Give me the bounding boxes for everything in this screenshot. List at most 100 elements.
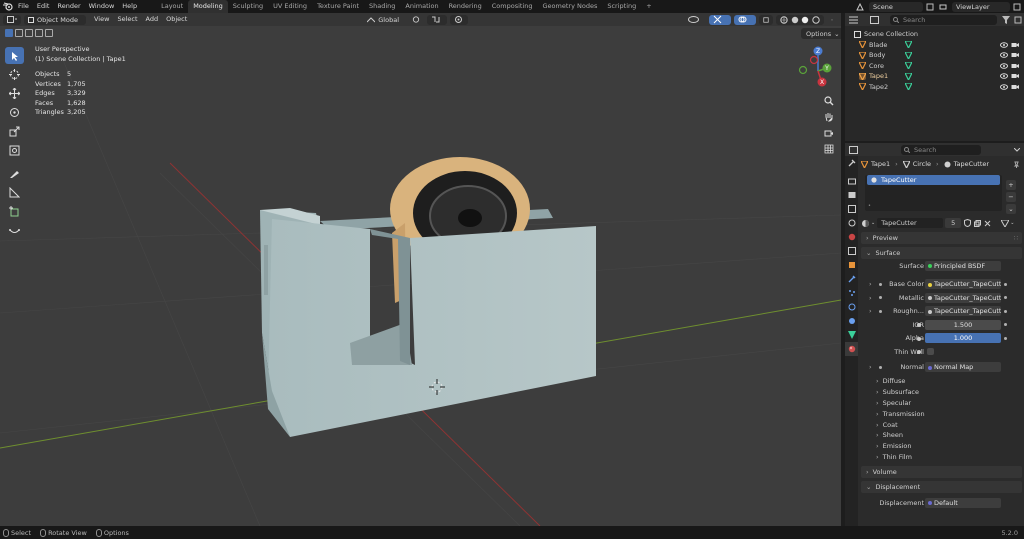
tree-row-blade[interactable]: Blade <box>845 40 1024 51</box>
navigation-gizmo[interactable]: Z Y X <box>793 46 841 96</box>
material-slot-list[interactable]: TapeCutter • <box>865 175 1002 211</box>
menu-object[interactable]: Object <box>162 13 191 26</box>
node-link-icon[interactable] <box>1001 219 1010 227</box>
metallic-field[interactable]: TapeCutter_TapeCutt... <box>925 292 1001 303</box>
gizmo-neg-y[interactable] <box>798 65 808 75</box>
outliner-search-input[interactable]: Search <box>890 14 997 25</box>
view-layer-icon[interactable] <box>937 3 949 11</box>
hide-eye-icon[interactable] <box>1000 52 1008 59</box>
menu-select[interactable]: Select <box>113 13 141 26</box>
tab-view-layer-icon[interactable] <box>845 202 858 216</box>
shading-dropdown-icon[interactable] <box>827 15 837 25</box>
shear-tool-icon[interactable] <box>5 222 24 239</box>
mesh-data-icon[interactable] <box>905 72 912 80</box>
menu-file[interactable]: File <box>14 0 33 13</box>
scene-browse-icon[interactable] <box>923 3 937 11</box>
tab-data-icon[interactable] <box>845 328 858 342</box>
menu-render[interactable]: Render <box>53 0 84 13</box>
rotate-tool-icon[interactable] <box>5 104 24 121</box>
hide-eye-icon[interactable] <box>1000 62 1008 69</box>
select-tool-icon[interactable] <box>5 47 24 64</box>
visibility-icon[interactable] <box>684 15 706 25</box>
tab-scripting[interactable]: Scripting <box>602 0 641 13</box>
view-layer-browse-icon[interactable] <box>1010 3 1024 11</box>
menu-add[interactable]: Add <box>142 13 163 26</box>
tab-constraints-icon[interactable] <box>845 314 858 328</box>
perspective-toggle-icon[interactable] <box>821 141 836 156</box>
select-subtract-icon[interactable] <box>25 29 33 37</box>
add-workspace-button[interactable]: + <box>641 0 656 13</box>
material-shading-icon[interactable] <box>801 16 809 24</box>
menu-edit[interactable]: Edit <box>33 0 54 13</box>
fake-user-shield-icon[interactable] <box>964 219 972 227</box>
snap-icon[interactable] <box>427 14 448 25</box>
tree-row-body[interactable]: Body <box>845 50 1024 61</box>
chevron-right-icon[interactable]: › <box>869 307 872 315</box>
tab-material-icon[interactable] <box>845 342 858 356</box>
render-camera-icon[interactable] <box>1011 42 1019 48</box>
transform-orientation-selector[interactable]: Global <box>363 15 405 25</box>
cursor-tool-icon[interactable] <box>5 66 24 83</box>
tab-sculpting[interactable]: Sculpting <box>228 0 268 13</box>
material-users-count[interactable]: 5 <box>945 218 962 228</box>
wireframe-shading-icon[interactable] <box>780 15 788 24</box>
select-extend-icon[interactable] <box>15 29 23 37</box>
subpanel-thin-film[interactable]: › Thin Film <box>861 452 1022 463</box>
menu-view[interactable]: View <box>90 13 113 26</box>
keyframe-dot-icon[interactable] <box>1004 296 1007 299</box>
tab-world-icon[interactable] <box>845 230 858 244</box>
outliner-funnel-icon[interactable] <box>1000 15 1012 24</box>
render-camera-icon[interactable] <box>1011 63 1019 69</box>
tree-row-scene-collection[interactable]: Scene Collection <box>845 29 1024 40</box>
render-camera-icon[interactable] <box>1011 73 1019 79</box>
properties-editor-type-icon[interactable] <box>845 145 861 154</box>
pin-icon[interactable] <box>1013 161 1020 168</box>
pivot-icon[interactable] <box>408 15 424 25</box>
preview-panel-header[interactable]: › Preview ∷ <box>861 232 1022 244</box>
subpanel-sheen[interactable]: › Sheen <box>861 430 1022 441</box>
annotate-tool-icon[interactable] <box>5 165 24 182</box>
keyframe-dot-icon[interactable] <box>1004 323 1007 326</box>
tab-output-icon[interactable] <box>845 188 858 202</box>
tab-collection-icon[interactable] <box>845 244 858 258</box>
add-cube-tool-icon[interactable] <box>5 203 24 220</box>
tab-render-icon[interactable] <box>845 174 858 188</box>
mesh-data-icon[interactable] <box>905 51 912 59</box>
chevron-right-icon[interactable]: › <box>869 294 872 302</box>
mesh-data-icon[interactable] <box>905 41 912 49</box>
normal-field[interactable]: Normal Map <box>925 362 1001 373</box>
tab-compositing[interactable]: Compositing <box>487 0 538 13</box>
proportional-edit-icon[interactable] <box>450 14 469 25</box>
volume-panel-header[interactable]: › Volume <box>861 466 1022 479</box>
gizmo-toggle-icon[interactable] <box>709 14 731 25</box>
outliner-filter-icon[interactable] <box>861 15 887 24</box>
properties-options-icon[interactable] <box>1010 147 1024 152</box>
keyframe-dot-icon[interactable] <box>1004 309 1007 313</box>
tape-dispenser-model[interactable] <box>260 157 596 437</box>
unlink-material-icon[interactable] <box>984 220 991 227</box>
subpanel-transmission[interactable]: › Transmission <box>861 408 1022 419</box>
view-layer-selector[interactable]: ViewLayer <box>952 1 1010 12</box>
material-name-field[interactable]: TapeCutter <box>877 218 944 228</box>
move-tool-icon[interactable] <box>5 85 24 102</box>
xray-icon[interactable] <box>759 14 773 25</box>
hide-eye-icon[interactable] <box>1000 41 1008 48</box>
displacement-panel-header[interactable]: ⌄ Displacement <box>861 481 1022 494</box>
roughness-field[interactable]: TapeCutter_TapeCutt... <box>925 306 1001 317</box>
chevron-right-icon[interactable]: › <box>869 280 872 288</box>
transform-tool-icon[interactable] <box>5 142 24 159</box>
mode-selector[interactable]: Object Mode <box>24 14 86 25</box>
ior-field[interactable]: 1.500 <box>925 319 1001 330</box>
tree-row-tape1[interactable]: Tape1 <box>845 71 1024 82</box>
subpanel-diffuse[interactable]: › Diffuse <box>861 376 1022 387</box>
tab-tool-icon[interactable] <box>845 156 858 170</box>
menu-help[interactable]: Help <box>118 0 141 13</box>
pan-hand-icon[interactable] <box>821 109 836 124</box>
select-intersect-icon[interactable] <box>45 29 53 37</box>
hide-eye-icon[interactable] <box>1000 83 1008 90</box>
chevron-right-icon[interactable]: › <box>869 363 872 371</box>
measure-tool-icon[interactable] <box>5 184 24 201</box>
tab-rendering[interactable]: Rendering <box>444 0 487 13</box>
render-camera-icon[interactable] <box>1011 84 1019 90</box>
editor-type-button[interactable] <box>3 14 21 25</box>
